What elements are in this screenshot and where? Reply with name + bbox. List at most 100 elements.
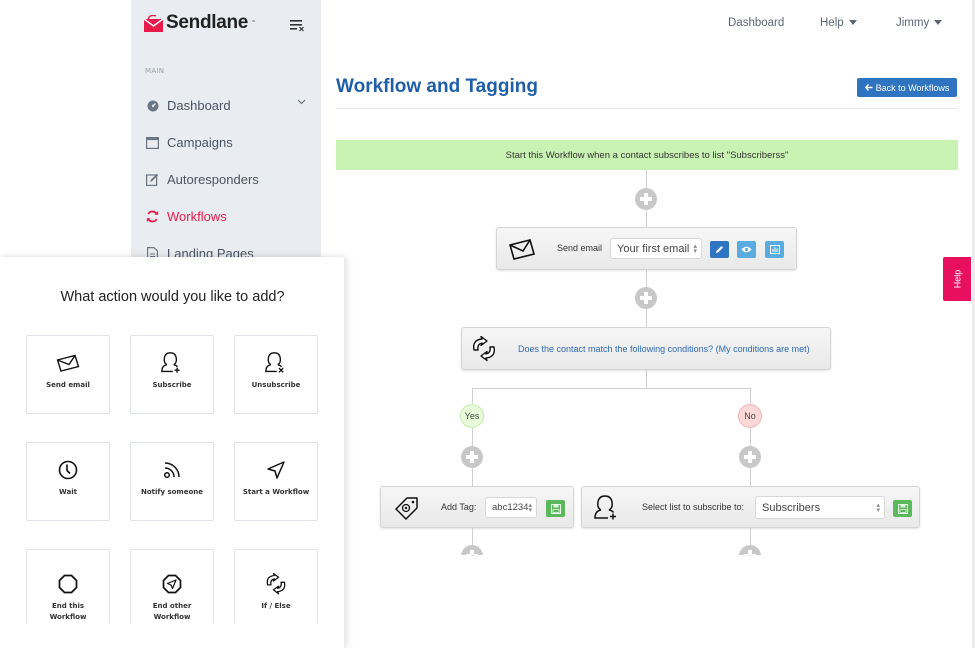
clock-icon (27, 459, 109, 481)
action-if-else[interactable]: If / Else (234, 549, 318, 628)
back-to-workflows-button[interactable]: Back to Workflows (857, 78, 957, 97)
help-side-tab[interactable]: Help (943, 257, 971, 301)
send-icon (235, 459, 317, 481)
sidebar-item-workflows[interactable]: Workflows (131, 198, 321, 235)
action-end-this-workflow[interactable]: End this Workflow (26, 549, 110, 628)
page-title: Workflow and Tagging (336, 76, 538, 97)
trademark: ™ (251, 20, 257, 26)
collapse-menu-icon[interactable] (290, 18, 306, 32)
action-label-line1: End this (51, 602, 85, 610)
action-notify-someone[interactable]: Notify someone (130, 442, 214, 521)
calendar-window-icon (146, 136, 159, 149)
save-tag-button[interactable] (546, 500, 565, 517)
sidebar-item-label: Workflows (167, 209, 227, 224)
add-step-button-no[interactable] (739, 446, 761, 468)
tag-select[interactable]: abc1234 ▴ ▾ (485, 497, 537, 518)
select-arrows-icon: ▴ ▾ (693, 243, 697, 255)
no-branch-badge: No (738, 404, 762, 428)
action-picker-panel: What action would you like to add? Send … (0, 257, 345, 648)
email-stats-button[interactable] (765, 241, 784, 258)
action-label: Notify someone (140, 488, 203, 496)
condition-step: Does the contact match the following con… (461, 327, 831, 370)
user-remove-icon (235, 352, 317, 374)
tag-select-value: abc1234 (492, 502, 529, 513)
action-send-email[interactable]: Send email (26, 335, 110, 414)
action-label: Unsubscribe (251, 381, 301, 389)
sidebar-item-label: Dashboard (167, 98, 231, 113)
sidebar-item-dashboard[interactable]: Dashboard (131, 87, 321, 124)
add-step-button[interactable] (635, 287, 657, 309)
refresh-icon (146, 210, 159, 223)
caret-down-icon (934, 20, 943, 26)
save-icon (550, 503, 561, 514)
bar-chart-icon (769, 245, 780, 254)
action-end-other-workflow[interactable]: End other Workflow (130, 549, 214, 628)
canvas-fade (330, 556, 975, 648)
action-label-line2: Workflow (153, 613, 191, 621)
chevron-down-icon[interactable] (297, 98, 306, 108)
back-button-label: Back to Workflows (875, 82, 950, 93)
topnav-help-label: Help (820, 17, 844, 29)
help-tab-label: Help (951, 269, 962, 289)
user-plus-icon (594, 495, 620, 521)
user-plus-icon (131, 352, 213, 374)
add-step-button[interactable] (635, 188, 657, 210)
action-label: Subscribe (152, 381, 192, 389)
edit-email-button[interactable] (710, 241, 729, 258)
action-start-a-workflow[interactable]: Start a Workflow (234, 442, 318, 521)
brand-name: Sendlane (166, 12, 249, 33)
dashboard-icon (146, 99, 159, 112)
octagon-send-icon (131, 573, 213, 595)
workflow-trigger-banner[interactable]: Start this Workflow when a contact subsc… (336, 140, 958, 170)
select-arrows-icon: ▴ ▾ (528, 502, 532, 514)
topnav-help-dropdown[interactable]: Help (820, 17, 857, 29)
sidebar: Sendlane ™ MAIN Dashboard Campaigns Auto… (131, 0, 321, 262)
subscribe-list-select[interactable]: Subscribers ▴ ▾ (755, 496, 885, 519)
send-email-label: Send email (557, 243, 603, 253)
title-divider (336, 108, 958, 109)
action-label-line1: End other (152, 602, 192, 610)
yes-branch-badge: Yes (460, 404, 484, 428)
eye-icon (741, 246, 752, 253)
sendlane-logo[interactable]: Sendlane ™ (144, 12, 256, 34)
save-icon (897, 503, 908, 514)
if-else-arrows-icon (235, 573, 317, 595)
email-select-value: Your first email (617, 242, 690, 255)
topnav-user-label: Jimmy (896, 17, 930, 29)
caret-down-icon (848, 20, 857, 26)
section-label-main: MAIN (145, 67, 165, 75)
sidebar-item-campaigns[interactable]: Campaigns (131, 124, 321, 161)
octagon-stop-icon (27, 573, 109, 595)
topnav-dashboard-link[interactable]: Dashboard (728, 17, 784, 29)
sidebar-item-autoresponders[interactable]: Autoresponders (131, 161, 321, 198)
sidebar-item-label: Campaigns (167, 135, 233, 150)
email-select[interactable]: Your first email ▴ ▾ (610, 238, 702, 259)
action-label: If / Else (261, 602, 291, 610)
sidebar-item-label: Autoresponders (167, 172, 259, 187)
branch-line (472, 388, 750, 389)
action-picker-title: What action would you like to add? (60, 289, 285, 305)
if-else-arrows-icon (470, 336, 498, 362)
topnav-user-dropdown[interactable]: Jimmy (896, 17, 943, 29)
subscribe-list-value: Subscribers (762, 501, 821, 514)
sidebar-nav: Dashboard Campaigns Autoresponders Workf… (131, 87, 321, 272)
subscribe-list-label: Select list to subscribe to: (642, 502, 745, 512)
add-tag-label: Add Tag: (441, 502, 477, 512)
send-email-step: Send email Your first email ▴ ▾ (496, 227, 797, 270)
condition-text-link[interactable]: Does the contact match the following con… (518, 344, 810, 354)
action-subscribe[interactable]: Subscribe (130, 335, 214, 414)
subscribe-step: Select list to subscribe to: Subscribers… (581, 486, 920, 528)
arrow-left-icon (864, 84, 873, 91)
action-unsubscribe[interactable]: Unsubscribe (234, 335, 318, 414)
save-subscribe-button[interactable] (893, 500, 912, 517)
envelope-icon (27, 352, 109, 374)
action-label: Start a Workflow (242, 488, 310, 496)
add-step-button-yes[interactable] (461, 446, 483, 468)
sendlane-logo-icon (144, 14, 163, 32)
rss-icon (131, 459, 213, 481)
tag-icon (394, 496, 420, 520)
action-wait[interactable]: Wait (26, 442, 110, 521)
preview-email-button[interactable] (737, 241, 756, 258)
picker-fade (0, 623, 344, 648)
add-tag-step: Add Tag: abc1234 ▴ ▾ (380, 486, 574, 528)
